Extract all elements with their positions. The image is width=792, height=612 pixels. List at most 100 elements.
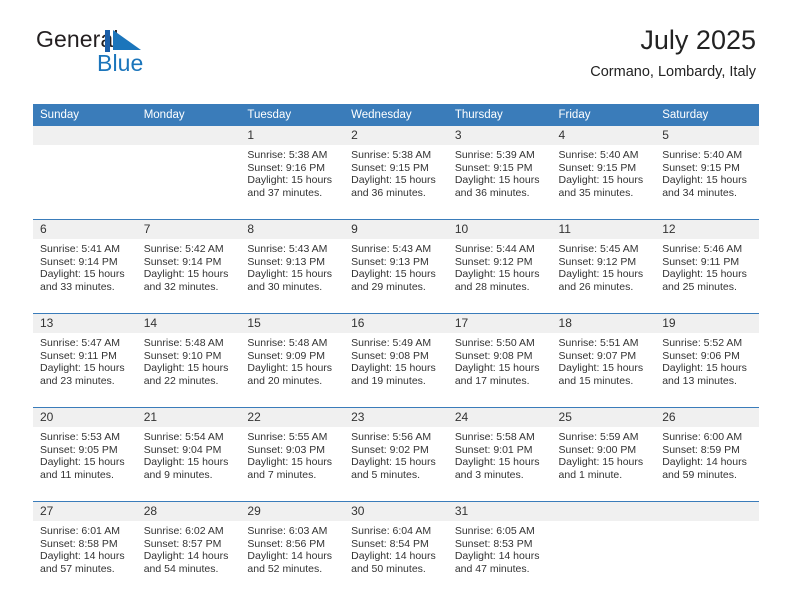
day-detail-line: and 33 minutes. (40, 280, 115, 293)
day-cell[interactable]: Sunrise: 5:48 AM Sunset: 9:10 PM Daylight:… (136, 333, 241, 408)
day-detail-line: and 20 minutes. (247, 374, 323, 387)
day-cell[interactable]: Sunrise: 6:05 AM Sunset: 8:53 PM Daylight:… (447, 521, 552, 595)
brand-logo[interactable]: General Blue (36, 26, 216, 82)
day-detail-line: Sunset: 9:13 PM (351, 255, 429, 268)
day-number[interactable]: 23 (344, 407, 448, 427)
day-number[interactable]: 1 (240, 126, 345, 145)
day-number[interactable]: 13 (33, 313, 137, 333)
day-cell[interactable]: Sunrise: 5:49 AM Sunset: 9:08 PM Daylight:… (344, 333, 448, 408)
day-number[interactable]: 22 (240, 407, 345, 427)
day-detail-line: Sunrise: 6:03 AM (247, 525, 328, 537)
day-detail-line: Daylight: 14 hours (351, 550, 436, 563)
day-number[interactable]: 4 (551, 126, 656, 145)
day-cell[interactable]: Sunrise: 6:00 AM Sunset: 8:59 PM Daylight:… (655, 427, 759, 502)
day-cell[interactable]: Sunrise: 5:43 AM Sunset: 9:13 PM Daylight:… (240, 239, 345, 314)
day-detail-line: Daylight: 15 hours (40, 362, 125, 375)
day-number[interactable]: 24 (447, 407, 552, 427)
day-cell[interactable]: Sunrise: 5:39 AM Sunset: 9:15 PM Daylight:… (447, 145, 552, 220)
day-number[interactable]: 25 (551, 407, 656, 427)
day-number[interactable]: 20 (33, 407, 137, 427)
day-number[interactable]: 3 (447, 126, 552, 145)
day-cell[interactable]: Sunrise: 5:58 AM Sunset: 9:01 PM Daylight:… (447, 427, 552, 502)
day-detail-line: Sunrise: 5:59 AM (558, 431, 639, 443)
day-detail-line: Sunset: 9:00 PM (558, 443, 637, 456)
day-number[interactable]: 9 (344, 219, 448, 239)
day-number[interactable]: 31 (447, 501, 552, 521)
day-cell[interactable]: Sunrise: 5:53 AM Sunset: 9:05 PM Daylight:… (33, 427, 137, 502)
day-detail-line: Sunset: 9:03 PM (247, 443, 326, 456)
brand-logo-top: General (36, 26, 216, 52)
day-detail-line: Sunset: 9:05 PM (40, 443, 118, 456)
day-number[interactable]: 16 (344, 313, 448, 333)
day-cell[interactable]: Sunrise: 6:03 AM Sunset: 8:56 PM Daylight:… (240, 521, 345, 595)
day-detail-line: Daylight: 14 hours (454, 550, 540, 563)
day-cell[interactable]: Sunrise: 5:56 AM Sunset: 9:02 PM Daylight:… (344, 427, 448, 502)
day-detail-line: Daylight: 15 hours (247, 268, 333, 281)
day-detail-line: Sunset: 9:12 PM (454, 255, 533, 268)
day-cell[interactable]: Sunrise: 5:41 AM Sunset: 9:14 PM Daylight:… (33, 239, 137, 314)
day-cell[interactable]: Sunrise: 6:04 AM Sunset: 8:54 PM Daylight:… (344, 521, 448, 595)
calendar-body: 1 2 3 4 5 Sunrise: 5:38 AM Sunset: 9:16 PM Dayl… (33, 126, 759, 595)
day-detail-line: Sunset: 9:08 PM (454, 349, 533, 362)
day-detail-line: Daylight: 15 hours (662, 268, 747, 281)
day-number[interactable]: 19 (655, 313, 759, 333)
day-cell[interactable]: Sunrise: 5:50 AM Sunset: 9:08 PM Daylight:… (447, 333, 552, 408)
day-number[interactable]: 8 (240, 219, 345, 239)
day-cell[interactable]: Sunrise: 5:40 AM Sunset: 9:15 PM Daylight:… (551, 145, 656, 220)
day-detail-line: Daylight: 15 hours (143, 362, 229, 375)
weekday-header-friday: Friday (551, 104, 656, 126)
day-detail-line: Daylight: 15 hours (351, 456, 436, 469)
day-number[interactable]: 10 (447, 219, 552, 239)
brand-name-blue: Blue (97, 50, 144, 76)
day-detail-line: and 26 minutes. (558, 280, 634, 293)
day-detail-line: Sunset: 9:15 PM (662, 161, 740, 174)
day-cell[interactable]: Sunrise: 5:44 AM Sunset: 9:12 PM Daylight:… (447, 239, 552, 314)
day-number[interactable]: 18 (551, 313, 656, 333)
weekday-header-saturday: Saturday (655, 104, 759, 126)
day-cell[interactable]: Sunrise: 5:38 AM Sunset: 9:15 PM Daylight:… (344, 145, 448, 220)
day-number[interactable]: 2 (344, 126, 448, 145)
weekday-header-thursday: Thursday (447, 104, 552, 126)
day-cell[interactable]: Sunrise: 5:40 AM Sunset: 9:15 PM Daylight:… (655, 145, 759, 220)
day-number[interactable]: 12 (655, 219, 759, 239)
day-detail-line: and 7 minutes. (247, 468, 317, 481)
day-detail-line: Daylight: 15 hours (40, 268, 125, 281)
day-number[interactable]: 11 (551, 219, 656, 239)
day-number[interactable]: 30 (344, 501, 448, 521)
day-detail-line: Sunrise: 5:53 AM (40, 431, 120, 443)
day-cell[interactable]: Sunrise: 5:47 AM Sunset: 9:11 PM Daylight:… (33, 333, 137, 408)
day-cell[interactable]: Sunrise: 5:54 AM Sunset: 9:04 PM Daylight:… (136, 427, 241, 502)
day-number[interactable]: 7 (136, 219, 241, 239)
day-number[interactable]: 21 (136, 407, 241, 427)
day-number[interactable]: 28 (136, 501, 241, 521)
page-header: General Blue July 2025 Cormano, Lombardy… (33, 0, 759, 80)
day-cell[interactable]: Sunrise: 5:43 AM Sunset: 9:13 PM Daylight:… (344, 239, 448, 314)
day-number-empty (655, 501, 759, 521)
day-detail-line: and 28 minutes. (454, 280, 530, 293)
day-detail-line: Sunrise: 6:00 AM (662, 431, 743, 443)
day-cell[interactable]: Sunrise: 5:38 AM Sunset: 9:16 PM Daylight:… (240, 145, 345, 220)
day-cell[interactable]: Sunrise: 5:42 AM Sunset: 9:14 PM Daylight:… (136, 239, 241, 314)
day-number[interactable]: 15 (240, 313, 345, 333)
day-cell[interactable]: Sunrise: 5:52 AM Sunset: 9:06 PM Daylight:… (655, 333, 759, 408)
day-number[interactable]: 27 (33, 501, 137, 521)
day-cell[interactable]: Sunrise: 5:51 AM Sunset: 9:07 PM Daylight:… (551, 333, 656, 408)
day-number[interactable]: 29 (240, 501, 345, 521)
day-cell[interactable]: Sunrise: 5:55 AM Sunset: 9:03 PM Daylight:… (240, 427, 345, 502)
day-cell[interactable]: Sunrise: 5:45 AM Sunset: 9:12 PM Daylight:… (551, 239, 656, 314)
day-number[interactable]: 6 (33, 219, 137, 239)
day-cell[interactable]: Sunrise: 5:59 AM Sunset: 9:00 PM Daylight:… (551, 427, 656, 502)
day-cell[interactable]: Sunrise: 5:46 AM Sunset: 9:11 PM Daylight:… (655, 239, 759, 314)
day-number[interactable]: 14 (136, 313, 241, 333)
day-cell[interactable]: Sunrise: 6:02 AM Sunset: 8:57 PM Daylight:… (136, 521, 241, 595)
calendar-header-row: Sunday Monday Tuesday Wednesday Thursday… (33, 104, 759, 126)
day-number[interactable]: 5 (655, 126, 759, 145)
day-cell[interactable]: Sunrise: 6:01 AM Sunset: 8:58 PM Daylight:… (33, 521, 137, 595)
page-subtitle: Cormano, Lombardy, Italy (590, 64, 756, 80)
day-number[interactable]: 17 (447, 313, 552, 333)
day-detail-line: and 37 minutes. (247, 186, 323, 199)
day-number[interactable]: 26 (655, 407, 759, 427)
day-cell[interactable]: Sunrise: 5:48 AM Sunset: 9:09 PM Daylight:… (240, 333, 345, 408)
day-detail-line: Sunrise: 5:45 AM (558, 243, 639, 255)
day-detail-line: Sunset: 9:15 PM (454, 161, 533, 174)
